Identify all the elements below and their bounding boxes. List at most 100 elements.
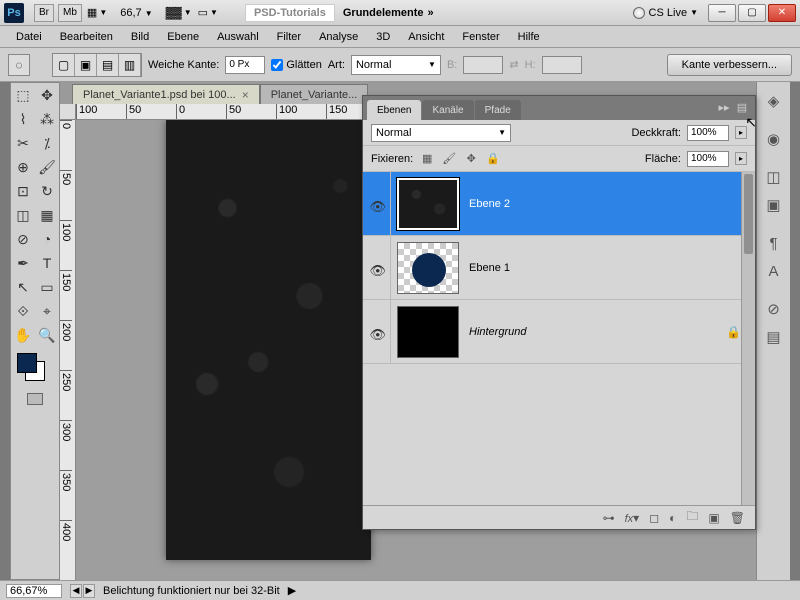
workspace-more[interactable]: » [428, 7, 434, 19]
blur-tool-icon[interactable]: ⊘ [11, 227, 35, 251]
document-tab[interactable]: Planet_Variante1.psd bei 100...× [72, 84, 260, 104]
shape-tool-icon[interactable]: ▭ [35, 275, 59, 299]
lock-position-icon[interactable]: ✥ [463, 152, 479, 166]
tab-kanale[interactable]: Kanäle [422, 100, 473, 120]
layer-mask-icon[interactable]: ◻ [649, 511, 659, 525]
nav-prev-icon[interactable]: ◀ [70, 584, 82, 598]
lock-all-icon[interactable]: 🔒 [485, 152, 501, 166]
brush-tool-icon[interactable]: 🖌 [35, 155, 59, 179]
bridge-button[interactable]: Br [34, 4, 54, 22]
lock-brush-icon[interactable]: 🖌 [441, 152, 457, 166]
lock-pixels-icon[interactable]: ▦ [419, 152, 435, 166]
style-select[interactable]: Normal▼ [351, 55, 441, 75]
menu-ebene[interactable]: Ebene [159, 28, 207, 46]
antialias-checkbox[interactable]: Glätten [271, 59, 321, 71]
layer-name[interactable]: Ebene 1 [469, 262, 510, 274]
tab-close-icon[interactable]: × [242, 88, 249, 102]
marquee-tool-icon[interactable]: ⬚ [11, 83, 35, 107]
scrollbar[interactable] [741, 172, 755, 505]
screen-dropdown[interactable]: ▭▼ [198, 6, 218, 19]
menu-bild[interactable]: Bild [123, 28, 157, 46]
masks-panel-icon[interactable]: ▣ [761, 192, 787, 218]
move-tool-icon[interactable]: ✥ [35, 83, 59, 107]
layer-name[interactable]: Hintergrund [469, 326, 526, 338]
fill-slider-icon[interactable]: ▸ [735, 152, 747, 165]
menu-auswahl[interactable]: Auswahl [209, 28, 267, 46]
tab-ebenen[interactable]: Ebenen [367, 100, 421, 120]
zoom-level[interactable]: 66,7 ▼ [120, 7, 152, 19]
brush-panel-icon[interactable]: ⊘ [761, 296, 787, 322]
tab-pfade[interactable]: Pfade [475, 100, 521, 120]
visibility-icon[interactable]: 👁 [370, 263, 384, 273]
color-swatches[interactable] [11, 347, 59, 387]
adjustments-panel-icon[interactable]: ◫ [761, 164, 787, 190]
menu-bearbeiten[interactable]: Bearbeiten [52, 28, 121, 46]
group-icon[interactable]: 🗀 [686, 507, 698, 528]
history-brush-icon[interactable]: ↻ [35, 179, 59, 203]
new-layer-icon[interactable]: ▣ [708, 511, 719, 525]
swatches-panel-icon[interactable]: ◉ [761, 126, 787, 152]
workspace-tutorials[interactable]: PSD-Tutorials [245, 4, 335, 22]
wand-tool-icon[interactable]: ⁂ [35, 107, 59, 131]
adjustment-layer-icon[interactable]: ◐ [669, 511, 676, 525]
status-more-icon[interactable]: ▶ [288, 584, 296, 597]
selection-subtract-icon[interactable]: ▤ [97, 54, 119, 76]
refine-edge-button[interactable]: Kante verbessern... [667, 54, 792, 76]
selection-add-icon[interactable]: ▣ [75, 54, 97, 76]
layer-thumbnail[interactable] [397, 306, 459, 358]
visibility-icon[interactable]: 👁 [370, 199, 384, 209]
fill-input[interactable]: 100% [687, 151, 729, 167]
tool-preset-icon[interactable]: ◌ [8, 54, 30, 76]
selection-intersect-icon[interactable]: ▥ [119, 54, 141, 76]
link-layers-icon[interactable]: ⊶ [603, 511, 615, 525]
menu-3d[interactable]: 3D [368, 28, 398, 46]
crop-tool-icon[interactable]: ✂ [11, 131, 35, 155]
layer-row[interactable]: 👁 Ebene 1 [363, 236, 755, 300]
docsize-dropdown[interactable]: ▦▼ [87, 6, 107, 19]
eyedropper-tool-icon[interactable]: ⁒ [35, 131, 59, 155]
menu-datei[interactable]: Datei [8, 28, 50, 46]
clone-panel-icon[interactable]: ▤ [761, 324, 787, 350]
selection-new-icon[interactable]: ▢ [53, 54, 75, 76]
layer-name[interactable]: Ebene 2 [469, 198, 510, 210]
delete-layer-icon[interactable]: 🗑 [730, 511, 745, 525]
status-zoom-input[interactable]: 66,67% [6, 584, 62, 598]
heal-tool-icon[interactable]: ⊕ [11, 155, 35, 179]
layer-row[interactable]: 👁 Ebene 2 [363, 172, 755, 236]
cslive-button[interactable]: CS Live▼ [633, 7, 698, 19]
layer-fx-icon[interactable]: fx▾ [625, 511, 640, 525]
minibridge-button[interactable]: Mb [58, 4, 82, 22]
paragraph-panel-icon[interactable]: A [761, 258, 787, 284]
nav-next-icon[interactable]: ▶ [83, 584, 95, 598]
foreground-swatch[interactable] [17, 353, 37, 373]
minimize-button[interactable]: ─ [708, 4, 736, 22]
visibility-icon[interactable]: 👁 [370, 327, 384, 337]
opacity-slider-icon[interactable]: ▸ [735, 126, 747, 139]
gradient-tool-icon[interactable]: ▦ [35, 203, 59, 227]
path-select-icon[interactable]: ↖ [11, 275, 35, 299]
character-panel-icon[interactable]: ¶ [761, 230, 787, 256]
feather-input[interactable]: 0 Px [225, 56, 265, 74]
view-dropdown[interactable]: ▓▓▼ [166, 7, 192, 19]
dodge-tool-icon[interactable]: ◔ [35, 227, 59, 251]
panel-collapse-icon[interactable]: ▸▸ [717, 100, 731, 114]
menu-analyse[interactable]: Analyse [311, 28, 366, 46]
workspace-grundelemente[interactable]: Grundelemente [343, 7, 424, 19]
lasso-tool-icon[interactable]: ⌇ [11, 107, 35, 131]
panel-menu-icon[interactable]: ▤ [735, 100, 749, 114]
eraser-tool-icon[interactable]: ◫ [11, 203, 35, 227]
layer-thumbnail[interactable] [397, 178, 459, 230]
hand-tool-icon[interactable]: ✋ [11, 323, 35, 347]
menu-hilfe[interactable]: Hilfe [510, 28, 548, 46]
menu-ansicht[interactable]: Ansicht [400, 28, 452, 46]
3d-camera-icon[interactable]: ⌖ [35, 299, 59, 323]
quickmask-button[interactable] [11, 387, 59, 411]
maximize-button[interactable]: ▢ [738, 4, 766, 22]
opacity-input[interactable]: 100% [687, 125, 729, 141]
pen-tool-icon[interactable]: ✒ [11, 251, 35, 275]
zoom-tool-icon[interactable]: 🔍 [35, 323, 59, 347]
menu-fenster[interactable]: Fenster [454, 28, 507, 46]
stamp-tool-icon[interactable]: ⊡ [11, 179, 35, 203]
close-button[interactable]: ✕ [768, 4, 796, 22]
document-tab[interactable]: Planet_Variante... [260, 84, 369, 104]
